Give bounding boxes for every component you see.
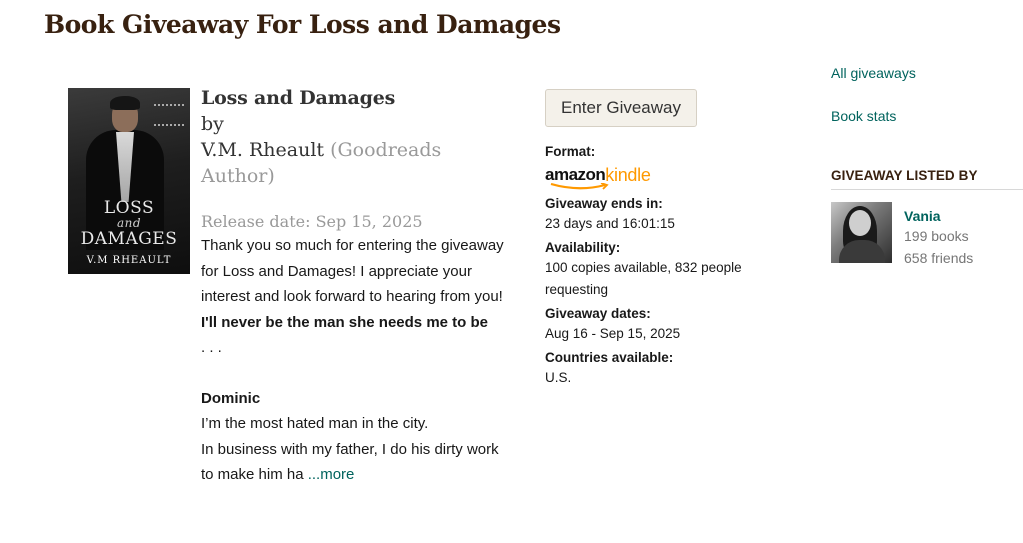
book-description: Thank you so much for entering the givea… — [201, 233, 506, 488]
book-stats-link[interactable]: Book stats — [831, 106, 1023, 126]
countries-label: Countries available: — [545, 350, 674, 365]
ends-in-value: 23 days and 16:01:15 — [545, 216, 675, 231]
avatar[interactable] — [831, 202, 892, 263]
lister-name-link[interactable]: Vania — [904, 207, 973, 225]
book-info: Loss and Damages by V.M. Rheault (Goodre… — [201, 86, 511, 488]
author-link[interactable]: V.M. Rheault — [201, 139, 324, 161]
format-label: Format: — [545, 144, 596, 159]
by-label: by — [201, 113, 224, 135]
page-title: Book Giveaway For Loss and Damages — [44, 10, 561, 39]
cover-title-damages: DAMAGES — [80, 229, 178, 249]
lister-info: Vania 199 books 658 friends — [904, 207, 973, 269]
ends-in-label: Giveaway ends in: — [545, 196, 663, 211]
author-line: V.M. Rheault (Goodreads Author) — [201, 137, 511, 189]
description-bold-line: I'll never be the man she needs me to be — [201, 313, 488, 331]
all-giveaways-link[interactable]: All giveaways — [831, 63, 1023, 83]
book-cover-image[interactable]: LOSS and DAMAGES V.M RHEAULT — [68, 88, 190, 274]
release-date: Release date: Sep 15, 2025 — [201, 212, 423, 231]
sidebar: All giveaways Book stats GIVEAWAY LISTED… — [831, 63, 1023, 269]
cover-figure-hair — [110, 96, 140, 110]
lister-books-count: 199 books — [904, 228, 969, 244]
description-ellipsis: . . . — [201, 339, 222, 356]
amazon-wordmark: amazon — [545, 165, 609, 190]
giveaway-details: Enter Giveaway Format: amazon kindle Giv… — [545, 89, 785, 389]
cover-author: V.M RHEAULT — [86, 255, 172, 266]
availability-value: 100 copies available, 832 people request… — [545, 260, 742, 297]
lister-card: Vania 199 books 658 friends — [831, 202, 1023, 269]
giveaway-dates-value: Aug 16 - Sep 15, 2025 — [545, 326, 681, 341]
giveaway-listed-by-heading: GIVEAWAY LISTED BY — [831, 168, 1023, 190]
description-line: I’m the most hated man in the city. — [201, 415, 429, 432]
cover-tagline — [154, 104, 184, 126]
description-line-truncated: In business with my father, I do his dir… — [201, 437, 506, 488]
availability-label: Availability: — [545, 240, 621, 255]
giveaway-dates-label: Giveaway dates: — [545, 306, 651, 321]
book-title[interactable]: Loss and Damages — [201, 86, 511, 111]
enter-giveaway-button[interactable]: Enter Giveaway — [545, 89, 697, 127]
description-paragraph: Thank you so much for entering the givea… — [201, 237, 504, 305]
kindle-wordmark: kindle — [605, 165, 651, 185]
amazon-smile-icon — [550, 183, 609, 190]
description-heading: Dominic — [201, 389, 261, 407]
cover-title-and: and — [116, 216, 142, 230]
countries-value: U.S. — [545, 370, 572, 385]
cover-title-loss: LOSS — [103, 198, 155, 218]
lister-friends-count: 658 friends — [904, 250, 974, 266]
amazon-kindle-logo: amazon kindle — [545, 161, 785, 190]
more-link[interactable]: ...more — [308, 466, 355, 483]
